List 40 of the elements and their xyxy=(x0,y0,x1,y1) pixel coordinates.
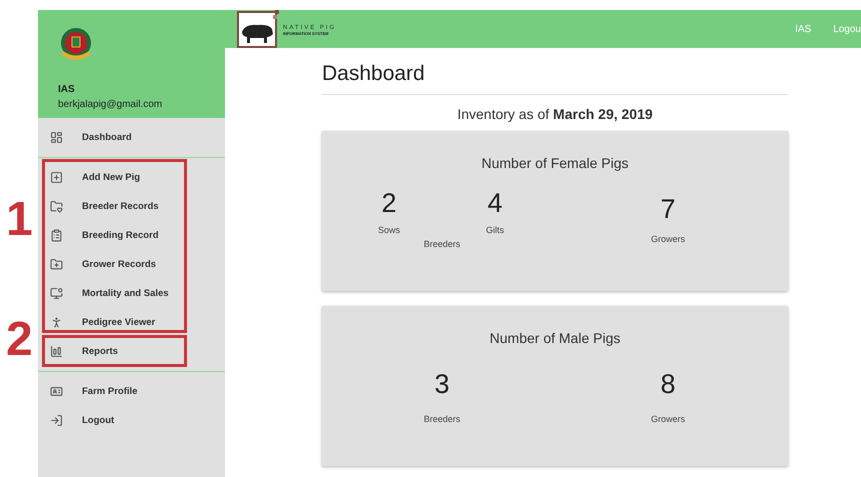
sidebar-item[interactable]: Mortality and Sales xyxy=(38,279,225,308)
count-label: Sows xyxy=(378,225,400,235)
card-title: Number of Female Pigs xyxy=(481,155,629,171)
sidebar-item[interactable]: Add New Pig xyxy=(38,163,225,192)
count-label: Growers xyxy=(650,234,685,244)
sidebar-item[interactable]: Logout xyxy=(38,406,225,435)
user-name: IAS xyxy=(58,84,76,95)
logout-icon xyxy=(50,414,63,427)
sidebar-item[interactable]: Farm Profile xyxy=(38,377,225,406)
annotation-number: 1 xyxy=(6,196,33,244)
folder-icon xyxy=(50,200,63,213)
person-icon xyxy=(50,316,63,329)
monitor-icon xyxy=(50,287,63,300)
sidebar-item[interactable]: Grower Records xyxy=(38,250,225,279)
sidebar-item[interactable]: Breeding Record xyxy=(38,221,225,250)
dashboard-icon xyxy=(50,131,63,144)
count: 3 xyxy=(434,368,450,400)
sidebar-item[interactable]: Pedigree Viewer xyxy=(38,308,225,337)
bar-chart-icon xyxy=(50,345,63,358)
count: 8 xyxy=(660,368,676,400)
sidebar-item[interactable]: Breeder Records xyxy=(38,192,225,221)
sidebar-item[interactable]: Reports xyxy=(38,337,225,366)
sidebar-item[interactable]: Dashboard xyxy=(38,123,225,152)
group-label: Breeders xyxy=(424,239,460,249)
count: 4 xyxy=(487,187,503,219)
id-card-icon xyxy=(50,385,63,398)
annotation-number: 2 xyxy=(6,316,33,364)
folder-plus-icon xyxy=(50,258,63,271)
inventory-date: Inventory as of March 29, 2019 xyxy=(456,106,654,122)
count-label: Gilts xyxy=(486,225,504,235)
count: 2 xyxy=(381,187,397,219)
clipboard-icon xyxy=(50,229,63,242)
page-title: Dashboard xyxy=(322,62,788,95)
plus-square-icon xyxy=(50,171,63,184)
pig-logo xyxy=(237,10,281,48)
user-email: berkjalapig@gmail.com xyxy=(58,99,164,110)
count-label: Growers xyxy=(650,414,685,424)
count-label: Breeders xyxy=(424,414,460,424)
card-title: Number of Male Pigs xyxy=(490,330,620,346)
count: 7 xyxy=(660,193,676,225)
